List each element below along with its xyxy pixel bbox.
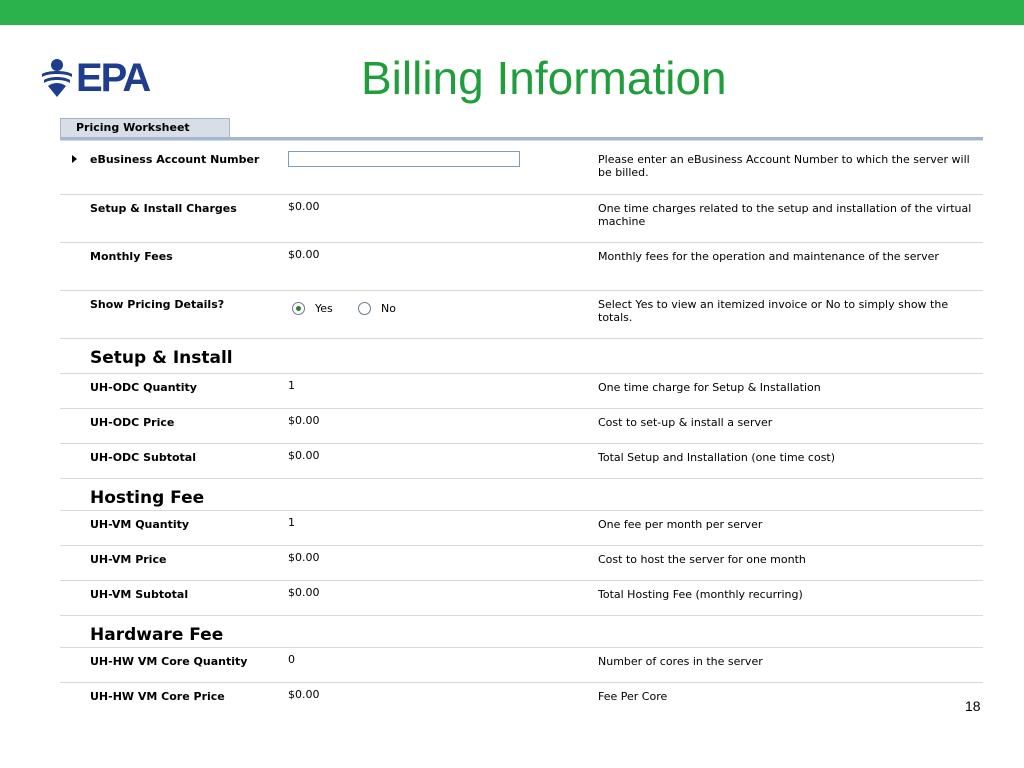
row-description: One time charge for Setup & Installation [598, 381, 821, 394]
row-label: UH-VM Price [90, 553, 167, 566]
table-row: UH-ODC Price $0.00 Cost to set-up & inst… [60, 409, 983, 444]
epa-logo: EPA [40, 56, 151, 100]
account-number-description: Please enter an eBusiness Account Number… [598, 153, 970, 179]
row-description: Cost to host the server for one month [598, 553, 806, 566]
row-value: $0.00 [288, 688, 320, 701]
account-number-row: eBusiness Account Number Please enter an… [60, 146, 983, 195]
slide-title: Billing Information [361, 52, 727, 104]
row-value: $0.00 [288, 414, 320, 427]
table-row: UH-ODC Subtotal $0.00 Total Setup and In… [60, 444, 983, 479]
row-value: 0 [288, 653, 295, 666]
row-value: $0.00 [288, 449, 320, 462]
top-green-bar [0, 0, 1024, 25]
row-label: UH-HW VM Core Price [90, 690, 225, 703]
row-value: $0.00 [288, 586, 320, 599]
setup-charges-label: Setup & Install Charges [90, 202, 237, 215]
table-row: UH-VM Subtotal $0.00 Total Hosting Fee (… [60, 581, 983, 616]
hardware-section-title: Hardware Fee [90, 625, 224, 645]
pricing-details-row: Show Pricing Details? Yes No Select Yes … [60, 291, 983, 339]
hosting-section-title: Hosting Fee [90, 488, 205, 508]
row-value: 1 [288, 379, 295, 392]
radio-selected-dot [296, 306, 301, 311]
hardware-section-header: Hardware Fee [60, 616, 983, 648]
pricing-details-description: Select Yes to view an itemized invoice o… [598, 298, 949, 324]
monthly-fees-row: Monthly Fees $0.00 Monthly fees for the … [60, 243, 983, 291]
setup-charges-description: One time charges related to the setup an… [598, 202, 972, 228]
tab-pricing-worksheet[interactable]: Pricing Worksheet [60, 118, 230, 137]
row-description: Fee Per Core [598, 690, 668, 703]
tab-bar: Pricing Worksheet [60, 118, 983, 142]
row-label: UH-ODC Price [90, 416, 175, 429]
account-number-input[interactable] [288, 151, 520, 167]
pricing-details-no-radio[interactable] [358, 302, 371, 315]
monthly-fees-label: Monthly Fees [90, 250, 173, 263]
monthly-fees-description: Monthly fees for the operation and maint… [598, 250, 939, 263]
pricing-details-no-label[interactable]: No [381, 302, 396, 315]
pricing-details-label: Show Pricing Details? [90, 298, 225, 311]
row-label: UH-VM Quantity [90, 518, 190, 531]
tab-underline-light [60, 140, 983, 141]
row-label: UH-VM Subtotal [90, 588, 189, 601]
pricing-details-yes-radio[interactable] [292, 302, 305, 315]
table-row: UH-HW VM Core Quantity 0 Number of cores… [60, 648, 983, 683]
page-number: 18 [965, 698, 981, 714]
row-description: One fee per month per server [598, 518, 763, 531]
pricing-details-yes-label[interactable]: Yes [315, 302, 333, 315]
row-pointer-icon [72, 155, 77, 163]
row-value: 1 [288, 516, 295, 529]
setup-section-title: Setup & Install [90, 348, 233, 368]
row-description: Total Hosting Fee (monthly recurring) [598, 588, 803, 601]
row-label: UH-ODC Subtotal [90, 451, 196, 464]
setup-charges-row: Setup & Install Charges $0.00 One time c… [60, 195, 983, 243]
row-label: UH-ODC Quantity [90, 381, 197, 394]
row-label: UH-HW VM Core Quantity [90, 655, 248, 668]
setup-section-header: Setup & Install [60, 339, 983, 374]
setup-charges-value: $0.00 [288, 200, 320, 213]
account-number-label: eBusiness Account Number [90, 153, 260, 166]
row-description: Number of cores in the server [598, 655, 763, 668]
monthly-fees-value: $0.00 [288, 248, 320, 261]
row-description: Total Setup and Installation (one time c… [598, 451, 836, 464]
table-row: UH-ODC Quantity 1 One time charge for Se… [60, 374, 983, 409]
table-row: UH-HW VM Core Price $0.00 Fee Per Core [60, 683, 983, 718]
epa-seal-icon [42, 59, 72, 97]
row-description: Cost to set-up & install a server [598, 416, 773, 429]
table-row: UH-VM Quantity 1 One fee per month per s… [60, 511, 983, 546]
table-row: UH-VM Price $0.00 Cost to host the serve… [60, 546, 983, 581]
row-value: $0.00 [288, 551, 320, 564]
epa-logo-text: EPA [76, 56, 151, 100]
pricing-worksheet-grid: eBusiness Account Number Please enter an… [60, 146, 983, 718]
hosting-section-header: Hosting Fee [60, 479, 983, 511]
